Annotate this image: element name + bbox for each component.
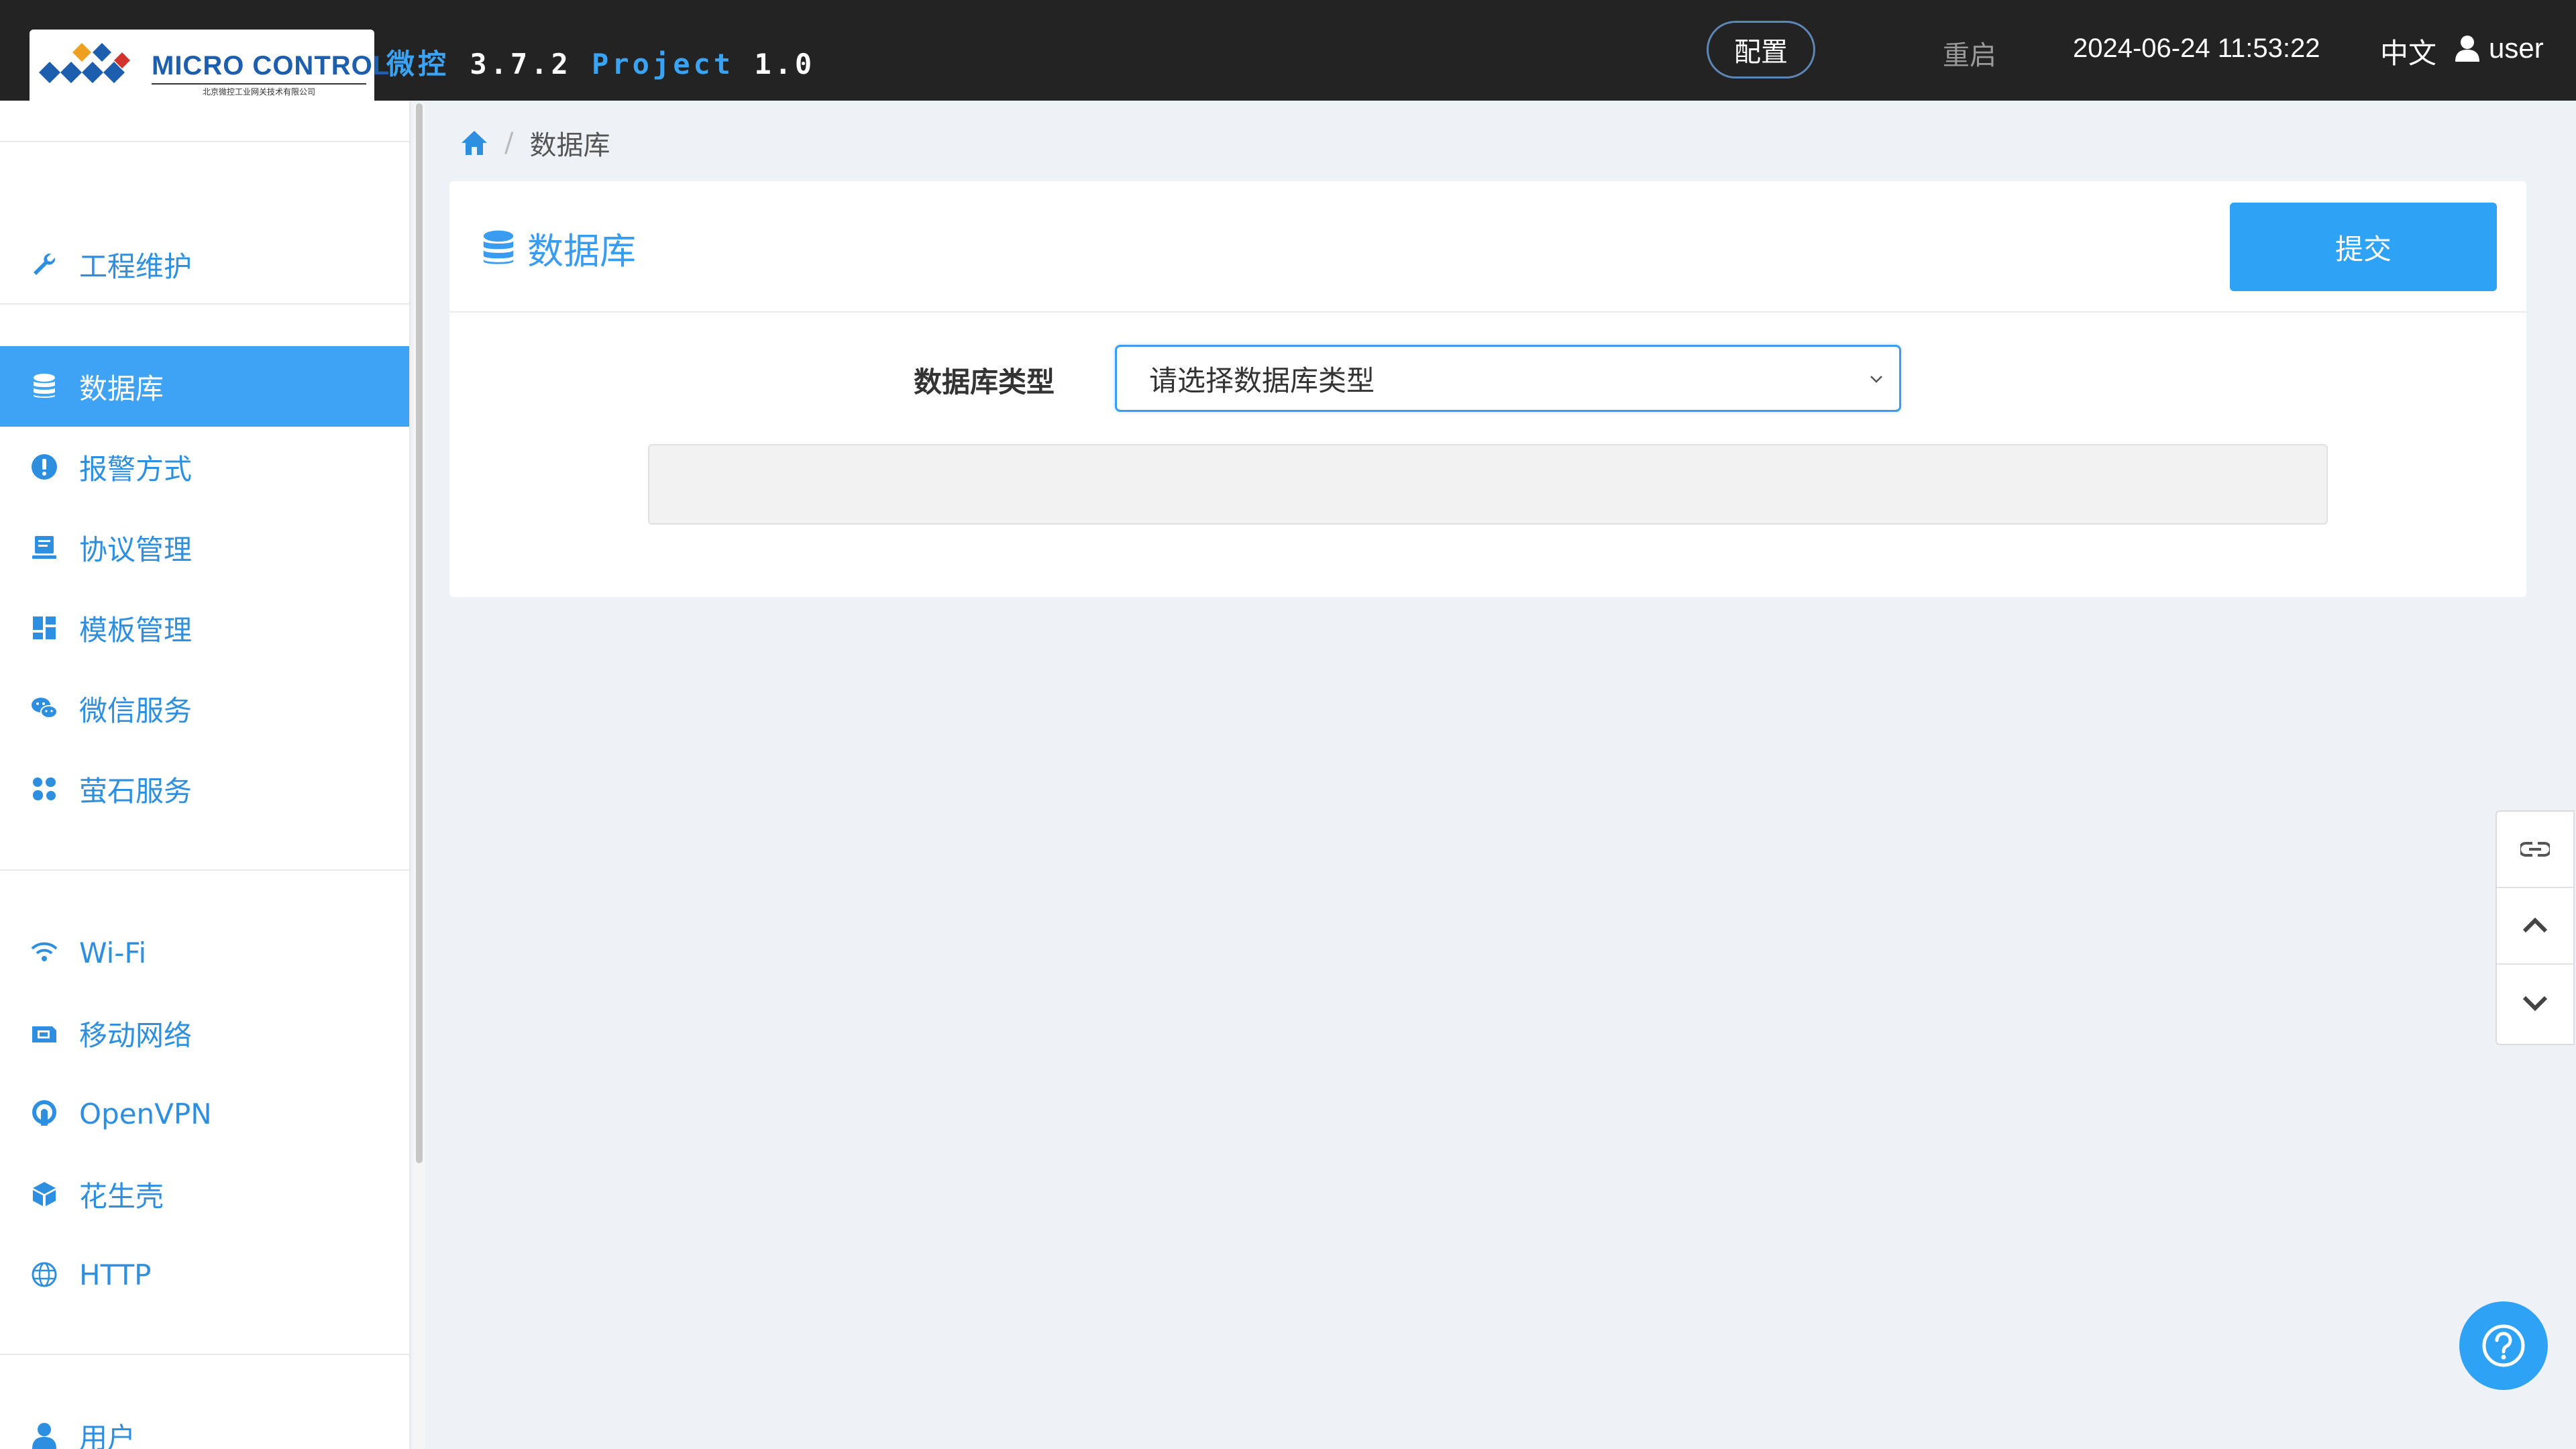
sidebar-item-label: 微信服务 <box>79 694 193 727</box>
sidebar-item-template-management[interactable]: 模板管理 <box>0 588 409 668</box>
user-menu[interactable]: user <box>2455 32 2544 64</box>
db-type-placeholder: 请选择数据库类型 <box>1149 364 1375 397</box>
breadcrumb: / 数据库 <box>460 123 610 162</box>
sidebar-item-label: Wi-Fi <box>79 936 147 969</box>
company-logo: MICRO CONTROL 北京微控工业网关技术有限公司 <box>30 30 389 101</box>
wrench-icon <box>30 250 59 279</box>
submit-button[interactable]: 提交 <box>2230 203 2497 291</box>
scrollbar-thumb[interactable] <box>416 103 423 1163</box>
sim-card-icon <box>30 1018 59 1048</box>
restart-button[interactable]: 重启 <box>1943 34 1996 72</box>
title-project-label: Project <box>592 48 735 80</box>
template-icon <box>30 613 59 643</box>
database-icon <box>483 230 514 264</box>
sidebar-item-protocol-management[interactable]: 协议管理 <box>0 507 409 588</box>
link-icon <box>2520 842 2550 857</box>
help-button[interactable] <box>2459 1301 2548 1390</box>
sidebar-item-database[interactable]: 数据库 <box>0 346 409 427</box>
sidebar-item-label: 报警方式 <box>79 452 193 486</box>
app-title: 微控 3.7.2 Project 1.0 <box>386 42 815 83</box>
sidebar-scrollbar[interactable] <box>413 103 425 1449</box>
sidebar-item-label: OpenVPN <box>79 1097 212 1130</box>
globe-icon <box>30 1260 59 1289</box>
link-button[interactable] <box>2497 812 2573 888</box>
card-title-text: 数据库 <box>527 230 636 272</box>
wifi-icon <box>30 938 59 967</box>
sidebar-item-label: 协议管理 <box>79 533 193 566</box>
logo-text: MICRO CONTROL <box>152 51 390 80</box>
protocol-icon <box>30 533 59 562</box>
sidebar-item-wechat-service[interactable]: 微信服务 <box>0 668 409 749</box>
username: user <box>2489 32 2544 64</box>
sidebar-divider <box>0 869 409 871</box>
db-type-label: 数据库类型 <box>914 366 1055 398</box>
logo-subtitle: 北京微控工业网关技术有限公司 <box>152 83 366 97</box>
sidebar-item-label: 萤石服务 <box>79 774 193 808</box>
sidebar-item-oray[interactable]: 花生壳 <box>0 1154 409 1234</box>
breadcrumb-separator: / <box>504 127 514 158</box>
sidebar-item-wifi[interactable]: Wi-Fi <box>0 912 409 993</box>
scroll-bottom-button[interactable] <box>2497 965 2573 1041</box>
chevron-up-icon <box>2522 917 2548 933</box>
datetime-display: 2024-06-24 11:53:22 <box>2073 34 2320 63</box>
title-brand: 微控 <box>386 48 450 80</box>
scroll-top-button[interactable] <box>2497 888 2573 965</box>
sidebar-divider <box>0 1354 409 1355</box>
sidebar-item-openvpn[interactable]: OpenVPN <box>0 1073 409 1154</box>
wechat-icon <box>30 694 59 723</box>
sidebar-item-ezviz-service[interactable]: 萤石服务 <box>0 749 409 829</box>
sidebar-item-label: 花生壳 <box>79 1179 164 1213</box>
sidebar-item-users[interactable]: 用户 <box>0 1395 409 1449</box>
logo-diamonds-icon <box>39 43 130 83</box>
db-config-area <box>648 444 2328 525</box>
sidebar-item-label: 用户 <box>79 1421 136 1449</box>
alert-icon <box>30 452 59 482</box>
title-project-version: 1.0 <box>754 48 816 80</box>
sidebar-item-mobile-network[interactable]: 移动网络 <box>0 993 409 1073</box>
database-icon <box>30 372 59 401</box>
sidebar-item-label: 移动网络 <box>79 1018 193 1052</box>
sidebar-item-alarm-method[interactable]: 报警方式 <box>0 427 409 507</box>
breadcrumb-current: 数据库 <box>529 130 610 161</box>
home-icon[interactable] <box>460 129 488 156</box>
floating-toolbar <box>2496 810 2575 1045</box>
sidebar-item-project-maintenance[interactable]: 工程维护 <box>0 224 409 305</box>
chevron-down-icon <box>2522 996 2548 1012</box>
sidebar-divider <box>0 141 409 142</box>
sidebar: 工程维护 数据库 报警方式 协议管理 模板管理 微信服务 萤石服务 Wi-Fi … <box>0 101 411 1449</box>
sidebar-item-label: 数据库 <box>79 372 164 405</box>
sidebar-item-http[interactable]: HTTP <box>0 1234 409 1315</box>
ezviz-icon <box>30 774 59 804</box>
card-title: 数据库 <box>482 221 636 274</box>
user-icon <box>30 1421 59 1449</box>
sidebar-divider <box>0 303 409 305</box>
question-icon <box>2482 1324 2525 1367</box>
user-icon <box>2455 36 2479 62</box>
language-switch[interactable]: 中文 <box>2380 31 2436 72</box>
sidebar-item-label: 工程维护 <box>79 250 193 283</box>
openvpn-icon <box>30 1099 59 1128</box>
top-bar: MICRO CONTROL 北京微控工业网关技术有限公司 微控 3.7.2 Pr… <box>0 0 2576 101</box>
cube-icon <box>30 1179 59 1209</box>
card-header: 数据库 提交 <box>449 181 2526 313</box>
title-version: 3.7.2 <box>470 48 572 80</box>
db-type-select[interactable]: 请选择数据库类型 <box>1115 345 1901 412</box>
sidebar-item-label: HTTP <box>79 1258 152 1291</box>
chevron-down-icon <box>1870 376 1882 383</box>
config-button[interactable]: 配置 <box>1707 21 1815 78</box>
sidebar-item-label: 模板管理 <box>79 613 193 647</box>
